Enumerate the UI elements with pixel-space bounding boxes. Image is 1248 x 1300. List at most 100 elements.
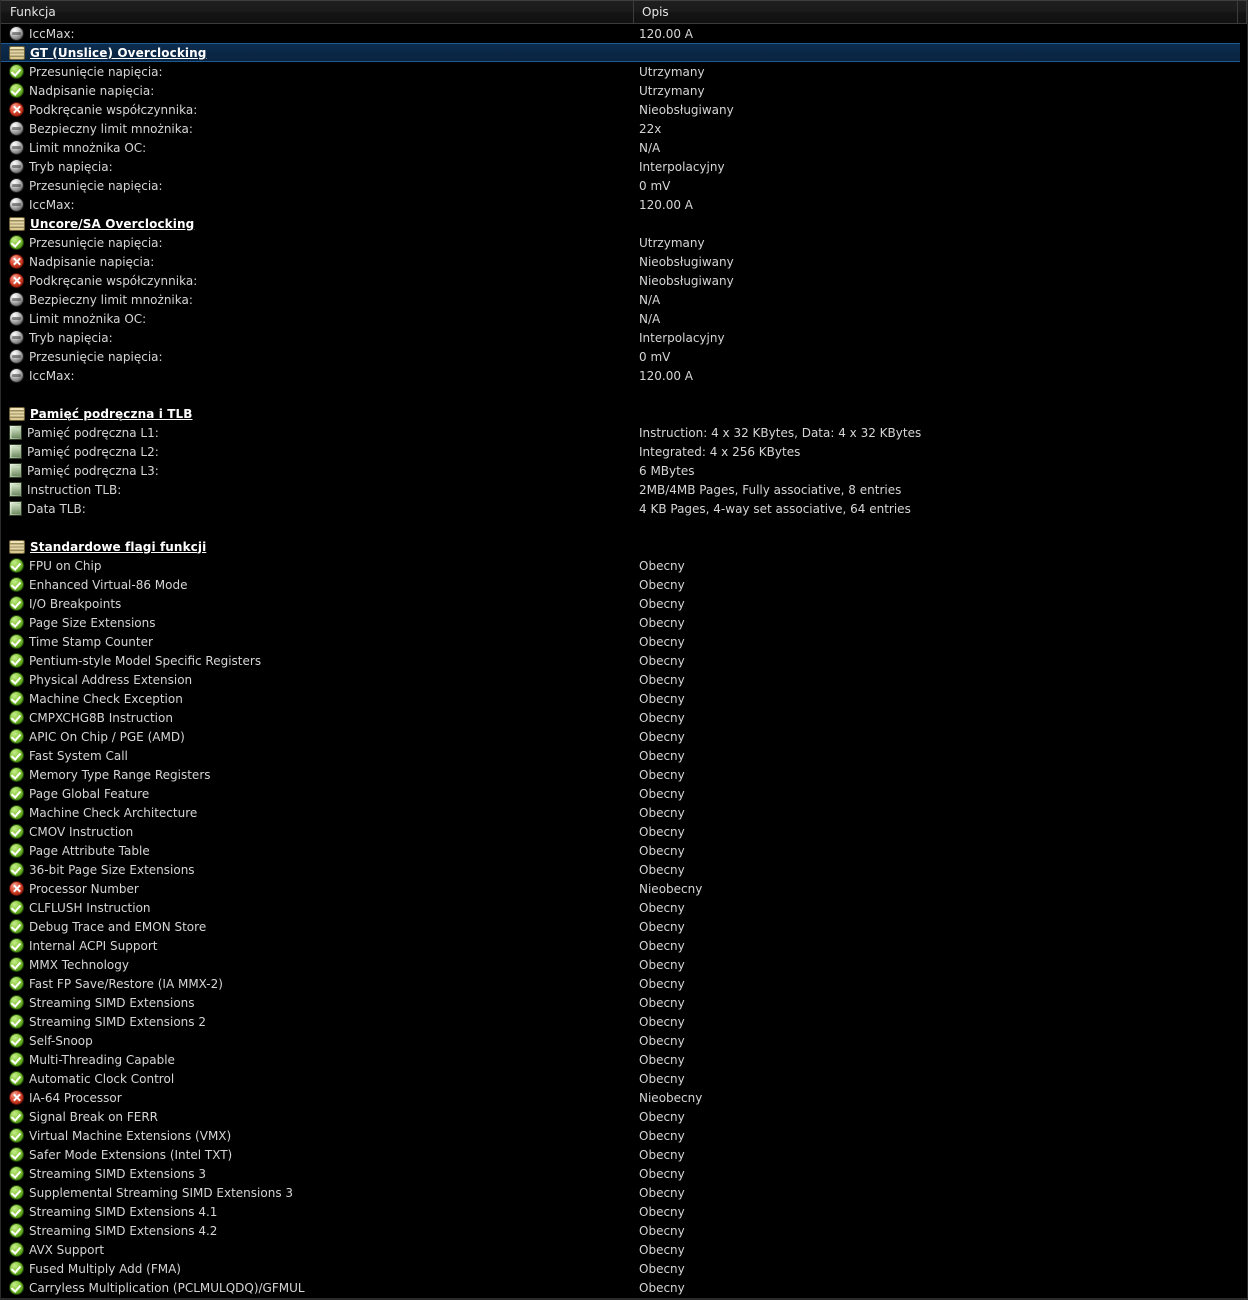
feature-value-cell: Interpolacyjny — [639, 159, 725, 174]
column-resize-grip[interactable] — [1237, 1, 1246, 23]
feature-name-cell: FPU on Chip — [1, 559, 634, 573]
feature-value-cell: Obecny — [639, 900, 685, 915]
feature-row[interactable]: Przesunięcie napięcia: 0 mV — [1, 347, 1247, 366]
feature-row[interactable]: Streaming SIMD Extensions 2 Obecny — [1, 1012, 1247, 1031]
feature-row[interactable]: Streaming SIMD Extensions 4.2 Obecny — [1, 1221, 1247, 1240]
green-check-icon — [10, 806, 23, 819]
feature-row[interactable]: CMPXCHG8B Instruction Obecny — [1, 708, 1247, 727]
feature-row[interactable]: Carryless Multiplication (PCLMULQDQ)/GFM… — [1, 1278, 1247, 1297]
feature-row[interactable]: Automatic Clock Control Obecny — [1, 1069, 1247, 1088]
section-header-row[interactable]: Pamięć podręczna i TLB — [1, 404, 1247, 423]
feature-row[interactable]: Machine Check Exception Obecny — [1, 689, 1247, 708]
feature-row[interactable]: Pentium-style Model Specific Registers Ob… — [1, 651, 1247, 670]
feature-row[interactable]: Page Global Feature Obecny — [1, 784, 1247, 803]
feature-row[interactable]: Page Attribute Table Obecny — [1, 841, 1247, 860]
feature-row[interactable]: Memory Type Range Registers Obecny — [1, 765, 1247, 784]
green-check-icon — [10, 901, 23, 914]
feature-row[interactable]: IA-64 Processor Nieobecny — [1, 1088, 1247, 1107]
feature-row[interactable]: Virtual Machine Extensions (VMX) Obecny — [1, 1126, 1247, 1145]
feature-row[interactable]: Fast System Call Obecny — [1, 746, 1247, 765]
feature-row[interactable]: Pamięć podręczna L2: Integrated: 4 x 256 … — [1, 442, 1247, 461]
feature-row[interactable]: CLFLUSH Instruction Obecny — [1, 898, 1247, 917]
feature-row[interactable]: AVX Support Obecny — [1, 1240, 1247, 1259]
feature-value-cell: Obecny — [639, 672, 685, 687]
feature-value-cell: 6 MBytes — [639, 463, 695, 478]
feature-row[interactable]: Przesunięcie napięcia: 0 mV — [1, 176, 1247, 195]
feature-row[interactable]: Processor Number Nieobecny — [1, 879, 1247, 898]
feature-row[interactable]: Safer Mode Extensions (Intel TXT) Obecny — [1, 1145, 1247, 1164]
feature-row[interactable]: Podkręcanie współczynnika: Nieobsługiwany — [1, 271, 1247, 290]
section-title: Standardowe flagi funkcji — [30, 539, 207, 554]
feature-name-cell: GT (Unslice) Overclocking — [1, 46, 634, 60]
feature-label: Carryless Multiplication (PCLMULQDQ)/GFM… — [29, 1280, 305, 1295]
feature-name-cell: 36-bit Page Size Extensions — [1, 863, 634, 877]
feature-row[interactable]: Streaming SIMD Extensions Obecny — [1, 993, 1247, 1012]
feature-row[interactable]: I/O Breakpoints Obecny — [1, 594, 1247, 613]
section-book-icon — [10, 407, 24, 420]
feature-label: Przesunięcie napięcia: — [29, 178, 163, 193]
feature-row[interactable]: Limit mnożnika OC: N/A — [1, 138, 1247, 157]
feature-label: Tryb napięcia: — [29, 330, 113, 345]
feature-value-cell: 0 mV — [639, 178, 671, 193]
feature-row[interactable]: Fused Multiply Add (FMA) Obecny — [1, 1259, 1247, 1278]
feature-value-cell: Obecny — [639, 710, 685, 725]
feature-row[interactable]: MMX Technology Obecny — [1, 955, 1247, 974]
feature-row[interactable]: IccMax: 120.00 A — [1, 366, 1247, 385]
section-header-row[interactable]: Standardowe flagi funkcji — [1, 537, 1247, 556]
feature-row[interactable]: Fast FP Save/Restore (IA MMX-2) Obecny — [1, 974, 1247, 993]
feature-row[interactable]: Self-Snoop Obecny — [1, 1031, 1247, 1050]
feature-row[interactable]: IccMax: 120.00 A — [1, 195, 1247, 214]
column-header-feature[interactable]: Funkcja — [1, 1, 634, 23]
feature-row[interactable]: Instruction TLB: 2MB/4MB Pages, Fully ass… — [1, 480, 1247, 499]
feature-label: Internal ACPI Support — [29, 938, 158, 953]
feature-row[interactable]: IccMax: 120.00 A — [1, 24, 1247, 43]
green-check-icon — [10, 939, 23, 952]
feature-row[interactable]: Supplemental Streaming SIMD Extensions 3… — [1, 1183, 1247, 1202]
feature-row[interactable]: Bezpieczny limit mnożnika: 22x — [1, 119, 1247, 138]
feature-row[interactable]: Podkręcanie współczynnika: Nieobsługiwany — [1, 100, 1247, 119]
section-header-row[interactable]: GT (Unslice) Overclocking — [1, 43, 1240, 62]
feature-row[interactable]: Przesunięcie napięcia: Utrzymany — [1, 62, 1247, 81]
feature-name-cell: CMPXCHG8B Instruction — [1, 711, 634, 725]
feature-row[interactable]: CMOV Instruction Obecny — [1, 822, 1247, 841]
feature-row[interactable]: Pamięć podręczna L1: Instruction: 4 x 32 … — [1, 423, 1247, 442]
column-header-description[interactable]: Opis — [634, 1, 1247, 23]
feature-row[interactable]: Streaming SIMD Extensions 3 Obecny — [1, 1164, 1247, 1183]
feature-row[interactable]: Page Size Extensions Obecny — [1, 613, 1247, 632]
feature-row[interactable]: Internal ACPI Support Obecny — [1, 936, 1247, 955]
feature-row[interactable]: FPU on Chip Obecny — [1, 556, 1247, 575]
feature-row[interactable]: Enhanced Virtual-86 Mode Obecny — [1, 575, 1247, 594]
feature-label: Limit mnożnika OC: — [29, 140, 147, 155]
feature-row[interactable]: Streaming SIMD Extensions 4.1 Obecny — [1, 1202, 1247, 1221]
feature-rows-list[interactable]: IccMax: 120.00 A GT (Unslice) Overclocking… — [1, 24, 1247, 1298]
feature-row[interactable]: Pamięć podręczna L3: 6 MBytes — [1, 461, 1247, 480]
spacer-row — [1, 385, 1247, 404]
feature-row[interactable]: Nadpisanie napięcia: Utrzymany — [1, 81, 1247, 100]
red-x-icon — [10, 1091, 23, 1104]
feature-row[interactable]: Limit mnożnika OC: N/A — [1, 309, 1247, 328]
feature-row[interactable]: Debug Trace and EMON Store Obecny — [1, 917, 1247, 936]
feature-name-cell: Uncore/SA Overclocking — [1, 217, 634, 231]
feature-row[interactable]: Multi-Threading Capable Obecny — [1, 1050, 1247, 1069]
feature-row[interactable]: 36-bit Page Size Extensions Obecny — [1, 860, 1247, 879]
feature-row[interactable]: Data TLB: 4 KB Pages, 4-way set associati… — [1, 499, 1247, 518]
feature-row[interactable]: Time Stamp Counter Obecny — [1, 632, 1247, 651]
feature-name-cell: Tryb napięcia: — [1, 160, 634, 174]
feature-row[interactable]: Przesunięcie napięcia: Utrzymany — [1, 233, 1247, 252]
feature-name-cell: Streaming SIMD Extensions 3 — [1, 1167, 634, 1181]
section-header-row[interactable]: Uncore/SA Overclocking — [1, 214, 1247, 233]
feature-label: APIC On Chip / PGE (AMD) — [29, 729, 185, 744]
feature-name-cell: Machine Check Exception — [1, 692, 634, 706]
feature-row[interactable]: APIC On Chip / PGE (AMD) Obecny — [1, 727, 1247, 746]
feature-row[interactable]: Signal Break on FERR Obecny — [1, 1107, 1247, 1126]
red-x-icon — [10, 274, 23, 287]
feature-row[interactable]: Bezpieczny limit mnożnika: N/A — [1, 290, 1247, 309]
feature-value-cell: Obecny — [639, 767, 685, 782]
feature-row[interactable]: Nadpisanie napięcia: Nieobsługiwany — [1, 252, 1247, 271]
feature-row[interactable]: Tryb napięcia: Interpolacyjny — [1, 328, 1247, 347]
feature-row[interactable]: Tryb napięcia: Interpolacyjny — [1, 157, 1247, 176]
feature-row[interactable]: Physical Address Extension Obecny — [1, 670, 1247, 689]
feature-name-cell: Podkręcanie współczynnika: — [1, 103, 634, 117]
green-check-icon — [10, 844, 23, 857]
feature-row[interactable]: Machine Check Architecture Obecny — [1, 803, 1247, 822]
